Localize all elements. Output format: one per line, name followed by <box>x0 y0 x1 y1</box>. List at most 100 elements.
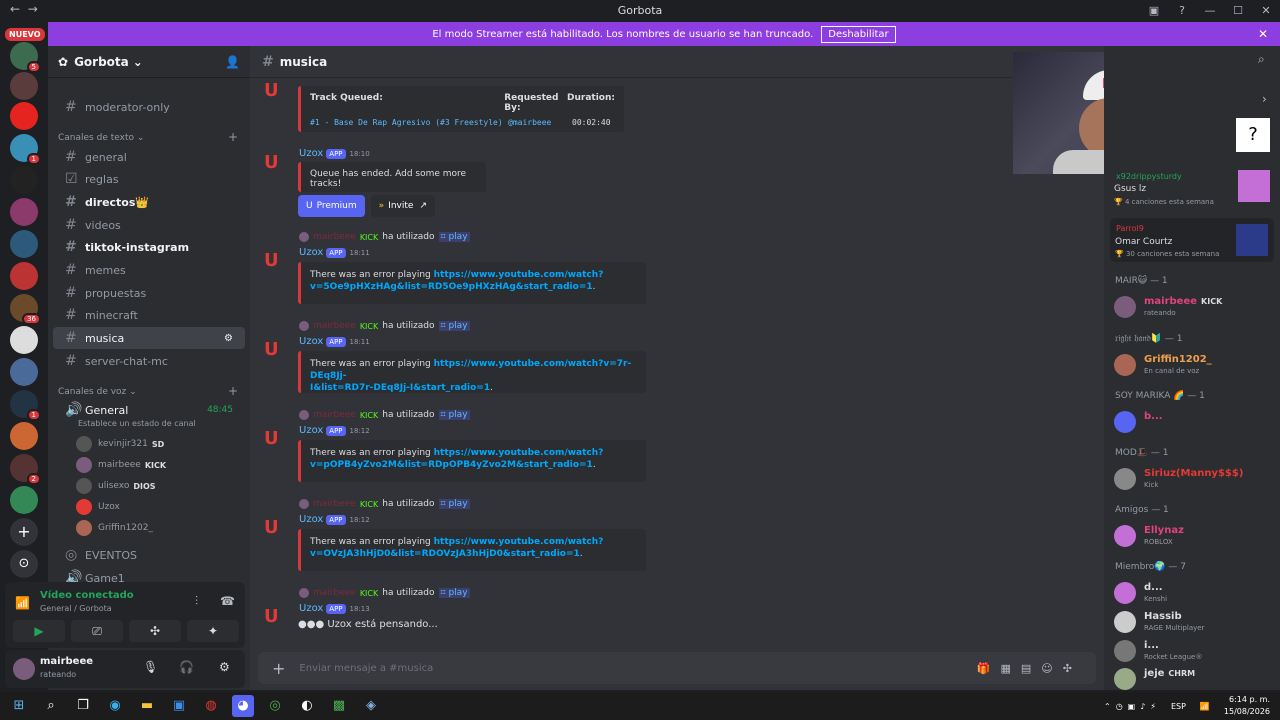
server-icon[interactable]: 2 <box>10 454 41 485</box>
channel-propuestas[interactable]: # propuestas <box>53 282 245 304</box>
channel-memes[interactable]: # memes <box>53 259 245 281</box>
server-icon[interactable] <box>10 262 38 290</box>
reply-user[interactable]: mairbeee <box>313 588 356 598</box>
windows-start-icon[interactable]: ⊞ <box>8 695 30 717</box>
channel-videos[interactable]: # videos <box>53 214 245 236</box>
close-banner-icon[interactable]: ✕ <box>1258 27 1268 41</box>
add-channel-icon[interactable]: + <box>228 384 238 398</box>
bot-avatar[interactable]: ᑌ <box>264 606 288 630</box>
author-name[interactable]: Uzox <box>299 514 323 525</box>
reply-user[interactable]: mairbeee <box>313 321 356 331</box>
settings-icon[interactable]: ⚙ <box>224 333 233 344</box>
server-icon[interactable] <box>10 486 38 514</box>
server-icon[interactable] <box>10 102 38 130</box>
category-text[interactable]: Canales de texto ⌄ <box>58 133 144 143</box>
member-item[interactable]: Griffin1202_ En canal de voz <box>1114 352 1274 380</box>
voice-user[interactable]: Griffin1202_ <box>76 518 153 538</box>
bot-avatar[interactable]: ᑌ <box>264 428 288 452</box>
app-icon[interactable]: ◐ <box>296 695 318 717</box>
voice-user[interactable]: ulisexo DIOS <box>76 476 156 496</box>
server-header[interactable]: ✿ Gorbota ⌄ 👤 <box>48 46 250 78</box>
reply-user[interactable]: mairbeee <box>313 232 356 242</box>
chevron-right-icon[interactable]: › <box>1262 92 1267 106</box>
server-icon[interactable]: 5 <box>10 42 41 73</box>
voice-status[interactable]: Establece un estado de canal <box>78 419 196 428</box>
reply-user[interactable]: mairbeee <box>313 410 356 420</box>
channel-musica[interactable]: # musica ⚙ <box>53 327 245 349</box>
tray-icons[interactable]: ⌃◷▣♪⚡ <box>1104 702 1161 711</box>
steam-icon[interactable]: ◈ <box>360 695 382 717</box>
author-name[interactable]: Uzox <box>299 425 323 436</box>
server-icon[interactable] <box>10 422 38 450</box>
youtube-link[interactable]: https://www.youtube.com/watch? <box>434 270 604 280</box>
screen-share-button[interactable]: ⎚ <box>71 620 123 642</box>
activity-button[interactable]: ✣ <box>129 620 181 642</box>
bot-avatar[interactable]: ᑌ <box>264 80 288 104</box>
headphones-icon[interactable]: 🎧 <box>179 660 194 674</box>
author-name[interactable]: Uzox <box>299 148 323 159</box>
reply-user[interactable]: mairbeee <box>313 499 356 509</box>
user-name[interactable]: mairbeee <box>40 656 93 667</box>
command[interactable]: ⌗ play <box>438 499 470 509</box>
channel-reglas[interactable]: ☑ reglas <box>53 168 245 190</box>
store-icon[interactable]: ▣ <box>168 695 190 717</box>
bot-avatar[interactable]: ᑌ <box>264 517 288 541</box>
channel-eventos[interactable]: ◎ EVENTOS <box>53 544 245 566</box>
member-item[interactable]: Ellynaz ROBLOX <box>1114 523 1274 551</box>
help-icon[interactable]: ? <box>1168 0 1196 21</box>
microphone-icon[interactable]: 🎙 <box>143 660 158 674</box>
network-icon[interactable]: 📶 <box>1200 702 1210 711</box>
command[interactable]: ⌗ play <box>438 232 470 242</box>
mention[interactable]: @mairbeee <box>508 118 572 127</box>
youtube-link[interactable]: https://www.youtube.com/watch? <box>434 448 604 458</box>
chrome-icon[interactable]: ◎ <box>264 695 286 717</box>
channel-directos[interactable]: # directos👑 <box>53 191 245 213</box>
youtube-link[interactable]: https://www.youtube.com/watch? <box>434 537 604 547</box>
channel-server-chat-mc[interactable]: # server-chat-mc <box>53 350 245 372</box>
edge-icon[interactable]: ◉ <box>104 695 126 717</box>
bot-avatar[interactable]: ᑌ <box>264 152 288 176</box>
youtube-link[interactable]: v=pOPB4yZvo2M&list=RDpOPB4yZvo2M&start_r… <box>310 460 593 470</box>
voice-user[interactable]: Uzox <box>76 497 120 517</box>
minecraft-icon[interactable]: ▩ <box>328 695 350 717</box>
add-channel-icon[interactable]: + <box>228 130 238 144</box>
folder-icon[interactable]: ▬ <box>136 695 158 717</box>
music-card[interactable]: Parrol9 Omar Courtz 🏆 30 canciones esta … <box>1110 218 1274 262</box>
member-item[interactable]: i... Rocket League® <box>1114 638 1274 666</box>
member-item[interactable]: d... Kenshi <box>1114 580 1274 608</box>
inbox-icon[interactable]: ▣ <box>1140 0 1168 21</box>
server-icon[interactable] <box>10 72 38 100</box>
channel-minecraft[interactable]: # minecraft <box>53 304 245 326</box>
disconnect-icon[interactable]: ☎ <box>220 594 235 608</box>
command[interactable]: ⌗ play <box>438 321 470 331</box>
youtube-link[interactable]: v=5Oe9pHXzHAg&list=RD5Oe9pHXzHAg&start_r… <box>310 282 593 292</box>
task-view-icon[interactable]: ❐ <box>72 695 94 717</box>
soundboard-button[interactable]: ✦ <box>187 620 239 642</box>
youtube-link[interactable]: I&list=RD7r-DEq8Jj-I&start_radio=1 <box>310 383 490 393</box>
minimize-button[interactable]: — <box>1196 0 1224 21</box>
server-icon[interactable]: 36 <box>10 294 41 325</box>
language-indicator[interactable]: ESP <box>1171 702 1186 711</box>
channel-moderator-only[interactable]: # moderator-only <box>53 96 245 118</box>
channel-general[interactable]: # general <box>53 146 245 168</box>
bot-avatar[interactable]: ᑌ <box>264 250 288 274</box>
add-server-icon[interactable]: + <box>10 518 38 546</box>
soundboard-icon[interactable]: ⫶ <box>195 594 198 609</box>
disable-streamer-button[interactable]: Deshabilitar <box>821 25 896 43</box>
command[interactable]: ⌗ play <box>438 410 470 420</box>
author-name[interactable]: Uzox <box>299 336 323 347</box>
discord-icon[interactable]: ◕ <box>232 695 254 717</box>
app-icon[interactable]: ◍ <box>200 695 222 717</box>
author-name[interactable]: Uzox <box>299 603 323 614</box>
member-item[interactable]: Siriuz(Manny$$$) Kick <box>1114 466 1274 494</box>
server-icon[interactable]: 1 <box>10 134 41 165</box>
clock[interactable]: 6:14 p. m. 15/08/2026 <box>1224 694 1270 718</box>
search-icon[interactable]: ⌕ <box>40 695 62 717</box>
premium-button[interactable]: ᑌ Premium <box>298 195 365 217</box>
member-item[interactable]: Hassib RAGE Multiplayer <box>1114 609 1274 637</box>
voice-channel-general[interactable]: 🔊 General 48:45 <box>53 399 245 421</box>
vc-sub[interactable]: General / Gorbota <box>40 604 112 613</box>
gear-icon[interactable]: ⚙ <box>219 660 230 674</box>
server-icon[interactable] <box>10 230 38 258</box>
server-icon[interactable]: 1 <box>10 390 41 421</box>
